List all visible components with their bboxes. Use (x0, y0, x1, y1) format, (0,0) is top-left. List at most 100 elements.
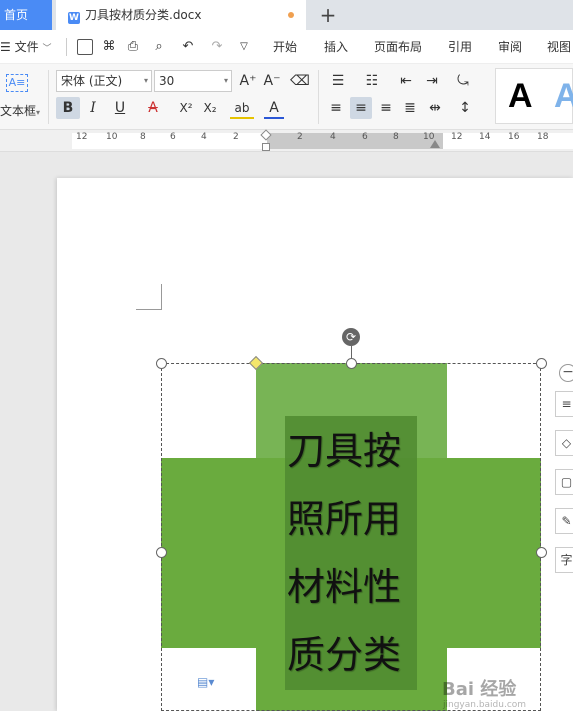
rotate-handle-icon[interactable]: ⟳ (342, 328, 360, 346)
wrap-text-button[interactable]: ≡ (555, 391, 573, 417)
print-icon[interactable]: ⎙ (124, 36, 142, 58)
ruler-label: 18 (537, 132, 549, 142)
bullet-list-icon[interactable]: ☰ (326, 70, 350, 92)
ruler-label: 4 (330, 132, 336, 142)
grow-font-button[interactable]: A⁺ (238, 70, 258, 92)
textbox-label: 文本框▾ (0, 104, 41, 118)
tab-bar: 首页 W 刀具按材质分类.docx + (0, 0, 573, 30)
margin-corner-mark (136, 284, 162, 310)
document-page[interactable]: 刀具按 照所用 材料性 质分类 ⟳ ▤▾ Bai 经验 jingyan.baid… (57, 178, 573, 711)
resize-handle-right[interactable] (536, 547, 547, 558)
selection-frame (161, 363, 541, 711)
align-left-icon[interactable]: ≡ (326, 97, 346, 119)
tab-view[interactable]: 视图 (547, 30, 571, 64)
bold-button[interactable]: B (56, 97, 80, 119)
divider (318, 70, 319, 124)
shape-fill-button[interactable]: ◇ (555, 430, 573, 456)
font-size-value: 30 (159, 74, 175, 88)
ruler-label: 16 (508, 132, 520, 142)
subscript-button[interactable]: X₂ (200, 97, 220, 119)
align-right-icon[interactable]: ≡ (376, 97, 396, 119)
shrink-font-button[interactable]: A⁻ (262, 70, 282, 92)
tab-page-layout[interactable]: 页面布局 (374, 30, 422, 64)
right-indent-marker[interactable] (430, 140, 440, 148)
textbox-icon: A≡ (6, 74, 28, 92)
tab-home[interactable]: 首页 (0, 0, 52, 30)
ruler-label: 4 (201, 132, 207, 142)
font-size-select[interactable]: 30 ▾ (154, 70, 232, 92)
layout-options-icon[interactable]: ▤▾ (197, 675, 214, 689)
print-preview-icon[interactable]: ⌕ (150, 36, 168, 58)
redo-icon[interactable]: ↷ (208, 36, 226, 58)
resize-handle-top[interactable] (346, 358, 357, 369)
chevron-down-icon: ﹀ (42, 44, 52, 54)
line-spacing-icon[interactable]: ↕ (452, 97, 478, 119)
increase-indent-icon[interactable]: ⇥ (422, 70, 442, 92)
justify-icon[interactable]: ≣ (400, 97, 420, 119)
word-doc-icon: W (68, 12, 80, 24)
format-painter-icon[interactable]: ⌘ (100, 36, 118, 58)
horizontal-ruler[interactable]: 12 10 8 6 4 2 2 4 6 8 10 12 14 16 18 (0, 129, 573, 152)
superscript-button[interactable]: X² (176, 97, 196, 119)
underline-button[interactable]: U (108, 97, 132, 119)
file-menu-button[interactable]: ☰ 文件 ﹀ (0, 30, 51, 64)
text-direction-icon[interactable]: ⤿ (450, 70, 476, 92)
menu-bar: ☰ 文件 ﹀ ⌘ ⎙ ⌕ ↶ ↷ ▽ 开始 插入 页面布局 引用 审阅 视图 (0, 30, 573, 64)
shape-outline-button[interactable]: ▢ (555, 469, 573, 495)
watermark-logo: Bai 经验 (442, 679, 517, 700)
italic-button[interactable]: I (84, 97, 102, 119)
chevron-down-icon: ▾ (223, 76, 228, 85)
ruler-label: 6 (170, 132, 176, 142)
ribbon: A≡ 文本框▾ 宋体 (正文) ▾ 30 ▾ A⁺ A⁻ ⌫ B I U A X… (0, 64, 573, 130)
style-gallery[interactable]: A A (495, 68, 573, 124)
quick-access-more-icon[interactable]: ▽ (236, 36, 252, 58)
ruler-label: 8 (140, 132, 146, 142)
divider (66, 38, 67, 56)
font-color-button[interactable]: A (264, 97, 284, 119)
text-style-button[interactable]: 字 (555, 547, 573, 573)
left-indent-marker[interactable] (262, 143, 270, 151)
style-sample-heading: A (554, 77, 573, 115)
font-name-value: 宋体 (正文) (61, 74, 123, 88)
resize-handle-top-left[interactable] (156, 358, 167, 369)
save-icon[interactable] (77, 39, 93, 55)
ruler-margin-area (267, 133, 443, 149)
ruler-label: 2 (233, 132, 239, 142)
resize-handle-top-right[interactable] (536, 358, 547, 369)
document-tab-title: 刀具按材质分类.docx (85, 8, 202, 22)
numbered-list-icon[interactable]: ☷ (360, 70, 384, 92)
strikethrough-button[interactable]: A (142, 97, 164, 119)
ruler-label: 14 (479, 132, 491, 142)
ruler-label: 8 (393, 132, 399, 142)
hamburger-icon: ☰ (0, 40, 11, 54)
tab-start[interactable]: 开始 (273, 30, 297, 64)
style-sample-normal: A (508, 77, 533, 115)
ruler-label: 2 (297, 132, 303, 142)
ruler-label: 12 (76, 132, 88, 142)
clear-format-icon[interactable]: ⌫ (290, 70, 310, 92)
tab-insert[interactable]: 插入 (324, 30, 348, 64)
ruler-label: 6 (362, 132, 368, 142)
font-name-select[interactable]: 宋体 (正文) ▾ (56, 70, 152, 92)
unsaved-dot-icon (288, 12, 294, 18)
divider (48, 70, 49, 124)
undo-icon[interactable]: ↶ (176, 36, 200, 58)
watermark-url: jingyan.baidu.com (443, 700, 527, 710)
chevron-down-icon: ▾ (143, 76, 148, 85)
tab-references[interactable]: 引用 (448, 30, 472, 64)
document-workspace: 刀具按 照所用 材料性 质分类 ⟳ ▤▾ Bai 经验 jingyan.baid… (0, 152, 573, 711)
decrease-indent-icon[interactable]: ⇤ (396, 70, 416, 92)
file-menu-label: 文件 (14, 40, 39, 54)
tab-document[interactable]: W 刀具按材质分类.docx (56, 0, 306, 30)
resize-handle-left[interactable] (156, 547, 167, 558)
edit-shape-button[interactable]: ✎ (555, 508, 573, 534)
textbox-button[interactable]: A≡ 文本框▾ (0, 68, 44, 124)
ruler-label: 10 (106, 132, 118, 142)
distribute-icon[interactable]: ⇹ (424, 97, 446, 119)
rotate-connector (351, 346, 352, 358)
tab-review[interactable]: 审阅 (498, 30, 522, 64)
collapse-tools-icon[interactable]: − (559, 364, 573, 382)
align-center-icon[interactable]: ≡ (350, 97, 372, 119)
highlight-button[interactable]: ab (230, 97, 254, 119)
new-tab-button[interactable]: + (316, 3, 340, 27)
